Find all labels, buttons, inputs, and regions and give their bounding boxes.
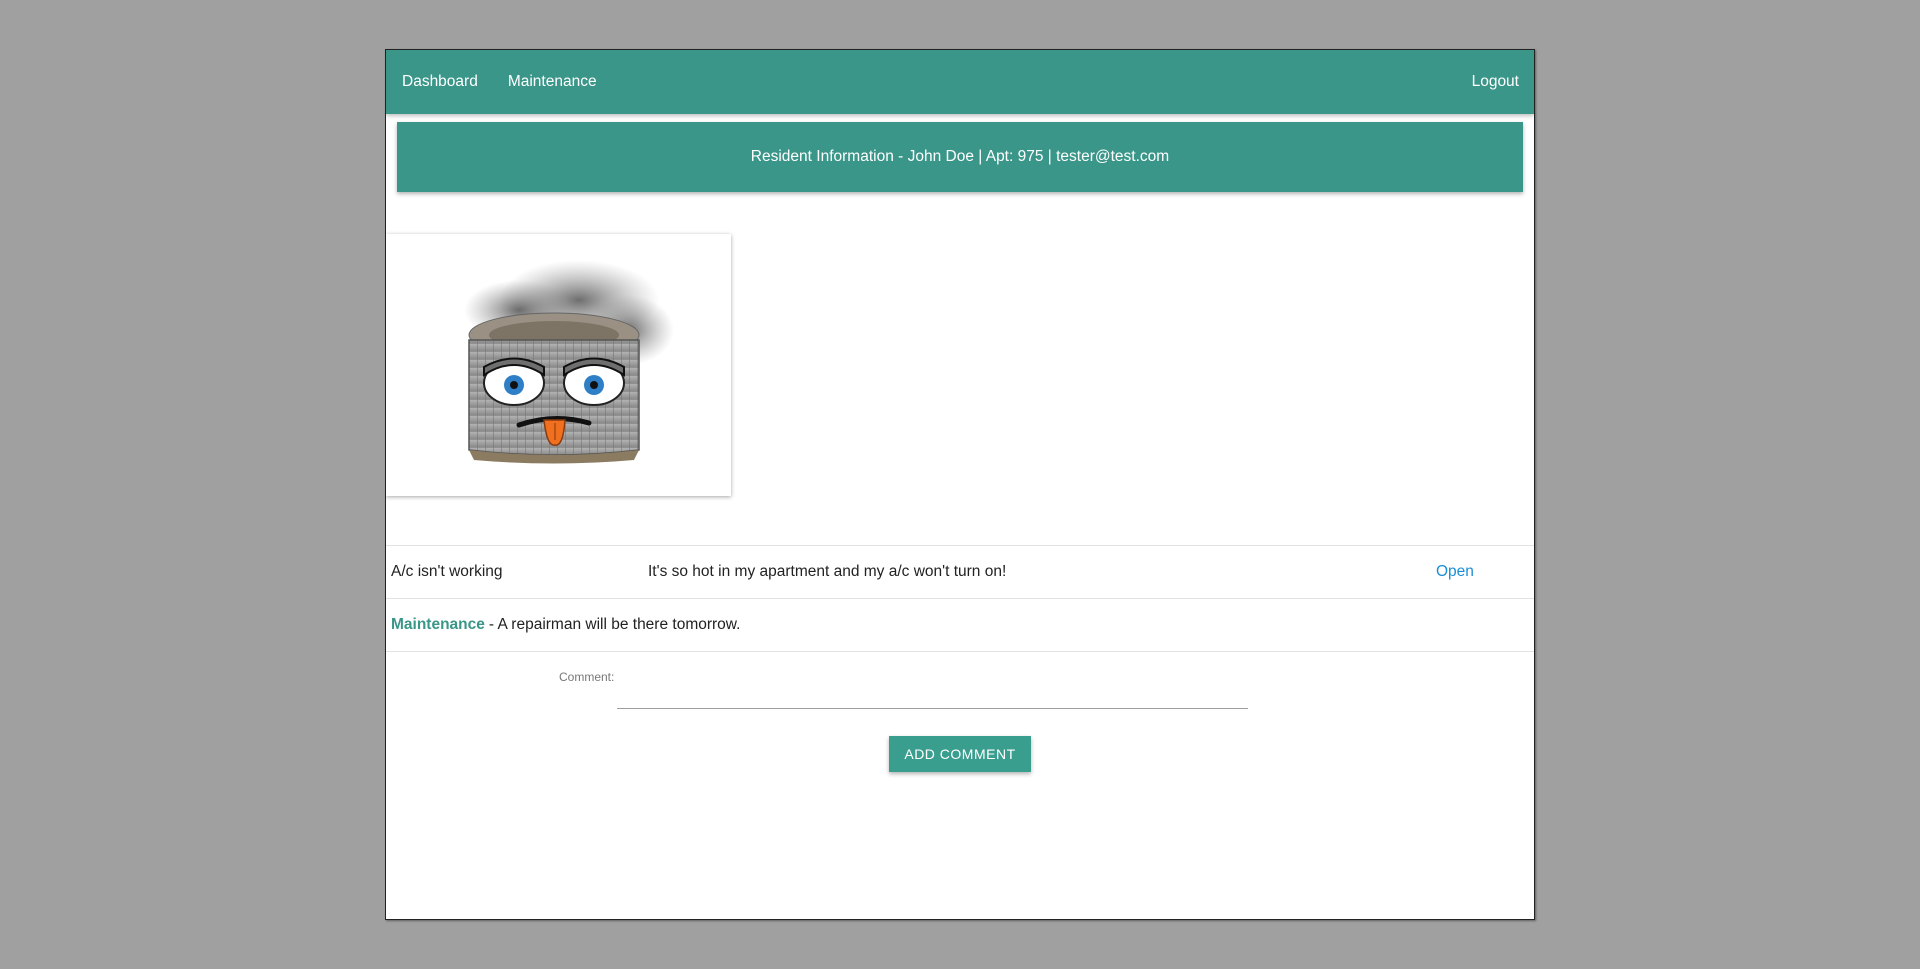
nav-links: Dashboard Maintenance <box>386 50 612 114</box>
top-navbar: Dashboard Maintenance Logout <box>386 50 1534 114</box>
comment-text: - A repairman will be there tomorrow. <box>488 616 741 633</box>
nav-dashboard-link[interactable]: Dashboard <box>386 50 493 114</box>
comment-row: Maintenance - A repairman will be there … <box>386 598 1534 652</box>
request-row: A/c isn't working It's so hot in my apar… <box>386 545 1534 598</box>
broken-ac-unit-image <box>463 260 674 464</box>
add-comment-button[interactable]: ADD COMMENT <box>889 736 1031 772</box>
comment-input[interactable] <box>617 680 1248 709</box>
comment-label: Comment: <box>559 670 615 684</box>
comment-author: Maintenance <box>391 616 485 633</box>
logout-link[interactable]: Logout <box>1457 50 1534 114</box>
request-description: It's so hot in my apartment and my a/c w… <box>648 563 1007 580</box>
nav-maintenance-link[interactable]: Maintenance <box>493 50 612 114</box>
resident-info-banner: Resident Information - John Doe | Apt: 9… <box>397 122 1523 192</box>
request-title: A/c isn't working <box>391 563 503 580</box>
request-status-link[interactable]: Open <box>1436 563 1534 581</box>
request-table: A/c isn't working It's so hot in my apar… <box>386 545 1534 652</box>
request-photo-card <box>386 234 731 496</box>
app-window: Dashboard Maintenance Logout Resident In… <box>385 49 1535 920</box>
